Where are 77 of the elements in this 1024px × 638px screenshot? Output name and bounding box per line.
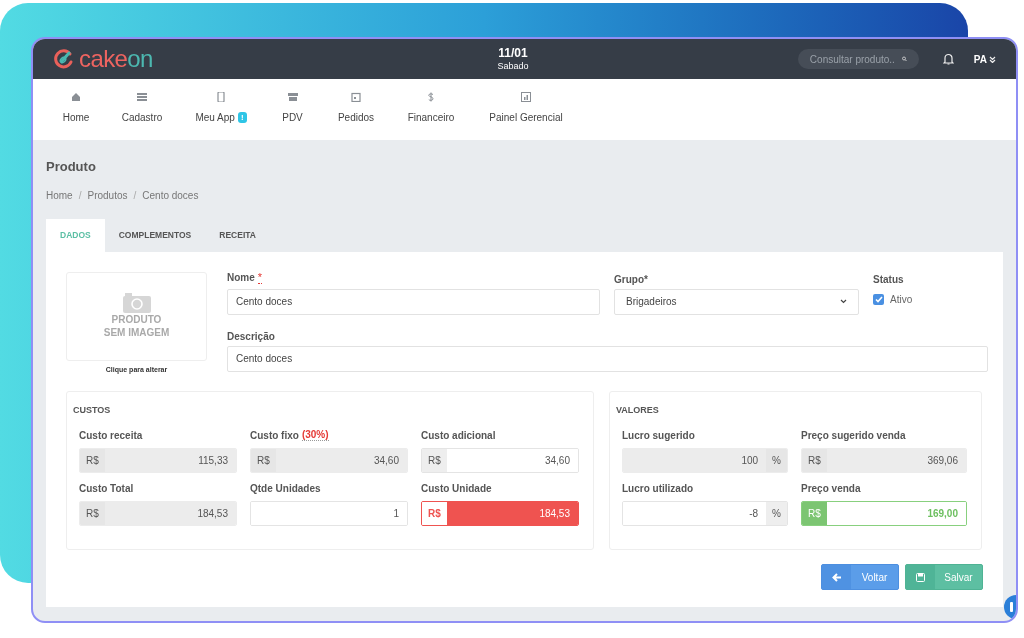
field-label: Custo adicional [421, 429, 496, 443]
description-input[interactable]: Cento doces [227, 345, 988, 372]
search-icon [901, 54, 907, 64]
required-mark: * [257, 271, 263, 284]
field-label: Lucro sugerido [622, 429, 695, 443]
home-icon [71, 92, 81, 102]
breadcrumb-separator: / [133, 188, 137, 203]
field-label: Preço venda [801, 482, 861, 496]
field-label: Custo receita [79, 429, 143, 443]
arrow-left-icon [831, 572, 842, 582]
field-label: Custo Unidade [421, 482, 492, 496]
checkbox-label: Ativo [890, 292, 913, 307]
date-text: 11/01 [498, 45, 528, 61]
breadcrumb-link[interactable]: Home [46, 187, 73, 203]
notification-badge: ! [237, 112, 247, 123]
field-label: Descrição [227, 329, 276, 341]
percent-suffix: % [766, 448, 787, 472]
section-title: VALORES [616, 404, 660, 417]
currency-prefix: R$ [80, 501, 105, 525]
weekday-text: Sabado [497, 60, 529, 73]
field-label: Lucro utilizado [622, 482, 694, 496]
field-label: Custo fixo [250, 429, 299, 443]
dollar-icon [426, 92, 436, 102]
input-field[interactable]: -8 % [622, 500, 788, 526]
phone-icon [216, 92, 226, 102]
name-input[interactable]: Cento doces [227, 288, 600, 315]
nav-item[interactable]: PDV [264, 92, 321, 125]
placeholder-text: SEM IMAGEM [103, 326, 170, 339]
currency-prefix: R$ [422, 448, 447, 472]
list-icon [137, 92, 147, 102]
chevron-down-icon [989, 55, 996, 63]
page-title: Produto [46, 158, 97, 176]
currency-prefix: R$ [802, 448, 827, 472]
user-menu[interactable]: PA [973, 51, 996, 67]
group-select[interactable]: Brigadeiros [614, 288, 859, 315]
currency-prefix: R$ [251, 448, 276, 472]
nav-item[interactable]: Cadastro [106, 92, 178, 125]
nav-item[interactable]: Painel Gerencial [471, 92, 581, 125]
nav-item[interactable]: Meu App ! [178, 92, 264, 125]
breadcrumb-current: Cento doces [142, 188, 199, 203]
input-field[interactable]: R$ 34,60 [421, 447, 579, 473]
currency-prefix: R$ [80, 448, 105, 472]
field-label: Custo Total [79, 482, 134, 496]
search-field[interactable]: Consultar produto.. [797, 49, 919, 69]
field-label: Qtde Unidades [250, 482, 321, 496]
nav-item[interactable]: Pedidos [321, 92, 391, 125]
input-field[interactable]: R$ 34,60 [250, 447, 408, 473]
input-field[interactable]: 1 [250, 500, 408, 526]
field-label: Nome [227, 271, 255, 285]
chevron-down-icon [840, 299, 847, 304]
section-title: CUSTOS [73, 404, 112, 417]
whisk-logo-icon [53, 48, 75, 70]
status-checkbox[interactable] [873, 293, 884, 305]
input-field[interactable]: R$ 184,53 [79, 500, 237, 526]
calendar-icon [351, 92, 361, 102]
placeholder-text: PRODUTO [111, 314, 162, 327]
bell-icon[interactable] [942, 53, 954, 65]
tab[interactable]: COMPLEMENTOS [104, 218, 206, 252]
store-icon [287, 92, 298, 102]
bar-chart-icon [521, 92, 531, 102]
field-label: Grupo* [614, 272, 649, 284]
input-field[interactable]: R$ 369,06 [801, 447, 967, 473]
breadcrumb-separator: / [78, 188, 82, 203]
camera-icon [122, 293, 151, 313]
percentage-link[interactable]: (30%) [301, 430, 329, 441]
input-field[interactable]: R$ 184,53 [421, 500, 579, 526]
percent-suffix: % [766, 501, 787, 525]
tab[interactable]: RECEITA [205, 218, 270, 252]
logo-text: cakeon [79, 47, 153, 71]
nav-item[interactable]: Financeiro [391, 92, 471, 125]
nav-item[interactable]: Home [46, 92, 106, 125]
input-field[interactable]: 100 % [622, 447, 788, 473]
field-label: Status [873, 272, 905, 284]
breadcrumb-link[interactable]: Produtos [87, 187, 128, 203]
input-field[interactable]: R$ 115,33 [79, 447, 237, 473]
currency-prefix: R$ [802, 501, 827, 525]
field-label: Preço sugerido venda [801, 429, 906, 443]
